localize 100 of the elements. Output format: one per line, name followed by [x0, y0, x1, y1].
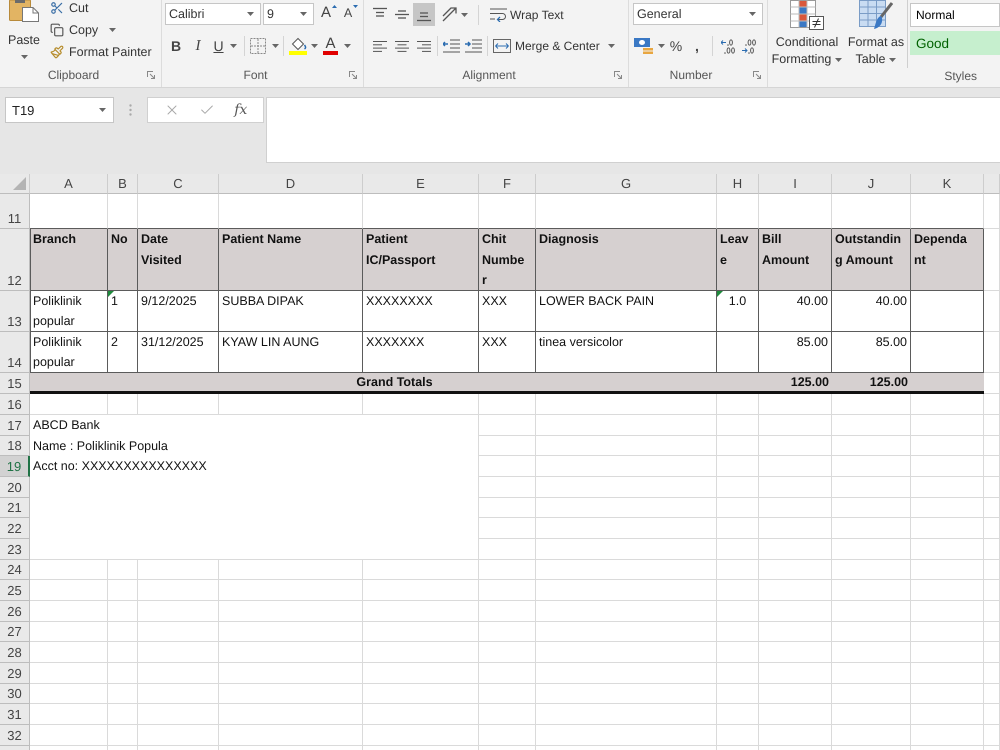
column-header[interactable]: J	[832, 174, 911, 194]
column-header[interactable]: B	[108, 174, 138, 194]
column-header[interactable]: D	[219, 174, 363, 194]
total-cell: 125.00	[759, 373, 832, 394]
cell-style-option[interactable]: Good	[910, 31, 1000, 55]
header-cell: Patient Name	[219, 229, 363, 291]
column-header[interactable]: F	[479, 174, 536, 194]
empty-cell	[984, 662, 1000, 684]
header-cell: Bill Amount	[759, 229, 832, 291]
number-format-field[interactable]: General	[633, 3, 763, 25]
caret-icon	[99, 108, 106, 112]
empty-cell	[717, 704, 759, 725]
row-header[interactable]: 12	[0, 229, 30, 291]
bold-button[interactable]: B	[165, 35, 187, 57]
vertical-align-button[interactable]	[413, 3, 435, 26]
dialog-launcher-icon[interactable]	[147, 71, 155, 79]
cell-style-option[interactable]: Normal	[910, 3, 1000, 27]
empty-cell	[479, 560, 536, 580]
dialog-launcher-icon[interactable]	[349, 71, 357, 79]
name-box[interactable]: T19	[5, 97, 114, 123]
row-header[interactable]: 24	[0, 560, 30, 580]
row-header[interactable]: 22	[0, 518, 30, 539]
insert-function-button[interactable]: fx	[234, 102, 248, 118]
caret-icon	[889, 58, 896, 62]
column-header[interactable]: K	[911, 174, 984, 194]
column-header[interactable]: H	[717, 174, 759, 194]
empty-cell	[108, 642, 138, 663]
accounting-format-button[interactable]	[633, 35, 665, 57]
conditional-formatting-button[interactable]: Conditional Formatting	[771, 0, 843, 68]
row-header[interactable]: 16	[0, 394, 30, 415]
slanted-arrow-icon	[442, 7, 458, 22]
empty-cell	[717, 662, 759, 684]
percent-button[interactable]: %	[665, 35, 687, 57]
borders-button[interactable]	[248, 35, 280, 57]
copy-icon	[50, 23, 64, 37]
empty-cell	[717, 538, 759, 560]
header-cell: No	[108, 229, 138, 291]
row-header[interactable]: 28	[0, 642, 30, 663]
cut-button[interactable]: Cut	[47, 0, 155, 16]
row-header[interactable]: 11	[0, 194, 30, 229]
font-name-field[interactable]: Calibri	[165, 3, 261, 25]
font-size-field[interactable]: 9	[263, 3, 314, 25]
copy-button[interactable]: Copy	[47, 22, 155, 38]
fill-color-button[interactable]	[287, 35, 319, 57]
column-header[interactable]: C	[138, 174, 219, 194]
row-header[interactable]: 26	[0, 600, 30, 622]
empty-cell	[108, 684, 138, 704]
caret-icon	[109, 28, 116, 32]
corner-triangle-icon	[717, 291, 723, 297]
empty-cell	[479, 642, 536, 663]
format-painter-button[interactable]: Format Painter	[47, 44, 155, 60]
row-header[interactable]: 23	[0, 538, 30, 560]
row-header[interactable]: 31	[0, 704, 30, 725]
column-header[interactable]: E	[363, 174, 479, 194]
wrap-text-button[interactable]: Wrap Text	[488, 4, 566, 26]
shrink-font-button[interactable]: A	[341, 3, 361, 25]
column-header[interactable]: G	[536, 174, 717, 194]
cell-text: XXX	[482, 293, 508, 310]
empty-cell	[108, 580, 138, 601]
underline-button[interactable]: U	[209, 35, 241, 57]
row-header[interactable]: 17	[0, 415, 30, 436]
empty-cell	[717, 580, 759, 601]
empty-cell	[479, 622, 536, 642]
row-header[interactable]: 25	[0, 580, 30, 601]
formula-input[interactable]	[266, 97, 1000, 163]
format-as-table-button[interactable]: Format as Table	[845, 0, 907, 68]
column-header[interactable]: I	[759, 174, 832, 194]
font-color-button[interactable]: A	[321, 35, 353, 57]
cell-text: XXX	[482, 334, 508, 351]
italic-button[interactable]: I	[187, 35, 209, 57]
column-header[interactable]: A	[30, 174, 108, 194]
table-brush-icon	[859, 0, 893, 30]
row-header[interactable]: 15	[0, 373, 30, 394]
row-header[interactable]: 20	[0, 476, 30, 498]
empty-cell	[717, 622, 759, 642]
empty-cell	[984, 373, 1000, 394]
row-header[interactable]: 27	[0, 622, 30, 642]
empty-cell	[108, 662, 138, 684]
row-header[interactable]: 21	[0, 498, 30, 518]
row-header[interactable]: 19	[0, 456, 30, 477]
merge-center-button[interactable]: Merge & Center	[491, 35, 617, 57]
paste-button[interactable]: Paste	[2, 0, 46, 66]
empty-cell	[717, 684, 759, 704]
dialog-launcher-icon[interactable]	[753, 71, 761, 79]
cell-text: Poliklinik popular	[33, 293, 83, 330]
grip-dots-icon	[129, 104, 132, 116]
header-cell: Leav e	[717, 229, 759, 291]
row-header[interactable]: 29	[0, 662, 30, 684]
dialog-launcher-icon[interactable]	[614, 71, 622, 79]
decimal-left-arrow-icon	[721, 38, 736, 54]
row-header[interactable]: 13	[0, 291, 30, 332]
group-label: Font	[242, 68, 268, 82]
row-header[interactable]: 18	[0, 436, 30, 456]
comma-style-button[interactable]: ,	[687, 35, 707, 57]
row-header[interactable]: 30	[0, 684, 30, 704]
row-header[interactable]: 32	[0, 724, 30, 746]
row-header[interactable]: 14	[0, 332, 30, 373]
empty-cell	[717, 415, 759, 436]
empty-cell	[717, 456, 759, 477]
grow-font-button[interactable]: A	[319, 3, 339, 25]
